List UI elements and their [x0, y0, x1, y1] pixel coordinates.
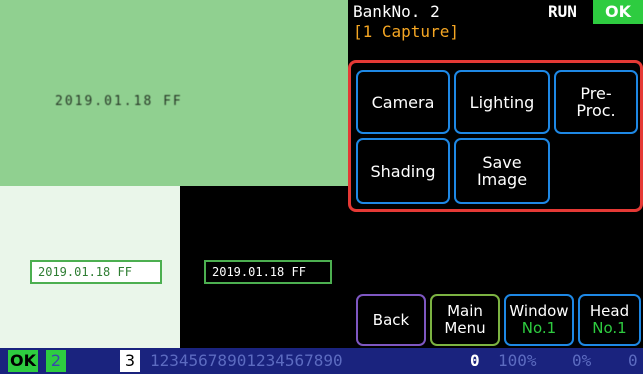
blurred-timestamp: 2019.01.18 FF: [55, 94, 183, 109]
date-label-right: 2019.01.18 FF: [204, 260, 332, 284]
status-last-value: 0: [628, 351, 638, 370]
shading-button-label: Shading: [370, 161, 436, 181]
save-image-button[interactable]: Save Image: [454, 138, 550, 204]
window-button[interactable]: Window No.1: [504, 294, 574, 346]
back-button[interactable]: Back: [356, 294, 426, 346]
status-ok-indicator: OK: [8, 350, 38, 372]
window-number: No.1: [521, 319, 557, 337]
capture-title: [1 Capture]: [353, 22, 459, 41]
main-menu-button[interactable]: Main Menu: [430, 294, 500, 346]
status-slot-3: 3: [120, 350, 140, 372]
head-button[interactable]: Head No.1: [578, 294, 641, 346]
status-percent-1: 100%: [498, 351, 537, 370]
back-button-label: Back: [372, 310, 410, 329]
date-label-left: 2019.01.18 FF: [30, 260, 162, 284]
status-digit-ruler: 12345678901234567890: [150, 351, 343, 370]
ok-status-badge: OK: [593, 0, 643, 24]
status-value: 0: [470, 351, 480, 370]
shading-button[interactable]: Shading: [356, 138, 450, 204]
run-status: RUN: [548, 2, 577, 21]
lighting-button-label: Lighting: [469, 92, 535, 112]
head-number: No.1: [592, 319, 627, 337]
pre-proc-button-label: Pre- Proc.: [576, 84, 616, 120]
bank-number: BankNo. 2: [353, 2, 440, 21]
main-menu-button-label: Main Menu: [444, 302, 486, 337]
window-button-label: Window No.1: [509, 302, 569, 337]
save-image-button-label: Save Image: [476, 153, 528, 189]
status-percent-2: 0%: [572, 351, 592, 370]
camera-image-top: [0, 0, 348, 186]
camera-button[interactable]: Camera: [356, 70, 450, 134]
lighting-button[interactable]: Lighting: [454, 70, 550, 134]
status-slot-2: 2: [46, 350, 66, 372]
pre-proc-button[interactable]: Pre- Proc.: [554, 70, 638, 134]
head-button-label: Head No.1: [589, 302, 630, 337]
camera-button-label: Camera: [371, 92, 435, 112]
